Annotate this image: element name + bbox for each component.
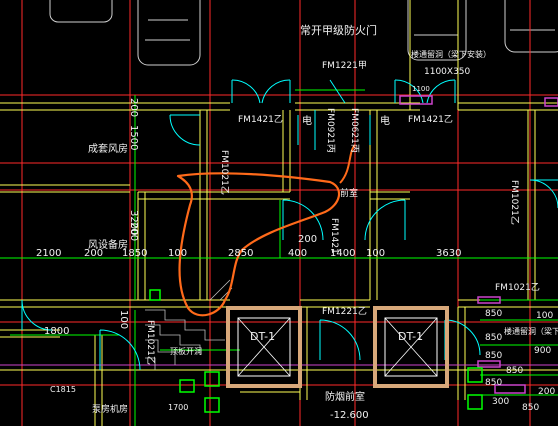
label-fm1021-left: FM1021乙 [219,150,230,195]
dim-v-100: 100 [118,310,129,329]
label-dt1-b: DT-1 [398,330,423,343]
label-dt1-a: DT-1 [250,330,275,343]
label-fm1421-a: FM1421乙 [238,114,283,125]
dim-850c: 850 [485,351,502,361]
label-fm1421-b: FM1421乙 [408,114,453,125]
dim-v-1500: 1500 [128,125,139,150]
cad-floor-plan: FM1021乙 FM0921丙 FM0621丙 FM1421 FM1021乙 F… [0,0,558,426]
dim-1400: 1400 [330,248,355,259]
label-fm0621: FM0621丙 [349,108,360,153]
label-vent-small: 1100 [412,85,430,93]
dim-200c: 200 [538,387,555,397]
label-top-note: 常开甲级防火门 [300,23,377,37]
label-fire-room: 防烟前室 [325,390,365,403]
label-vent-size: 1100X350 [424,67,471,77]
dim-900: 900 [534,346,551,356]
label-c1815: C1815 [50,385,76,394]
dim-1850: 1850 [122,248,147,259]
dim-200-mid: 200 [298,234,317,245]
label-elec: 电 [302,114,312,127]
dim-v-3200: 3200 [128,210,139,235]
label-elec-2: 电 [380,114,390,127]
dim-850b: 850 [485,333,502,343]
room-left: 成套风房 [88,142,128,155]
dim-1800: 1800 [44,326,69,337]
label-fm1021-bl: FM1021乙 [145,320,156,365]
label-floor-opening: 顶板开洞 [170,346,202,356]
dim-2850: 2850 [228,248,253,259]
label-fm1221-bottom: FM1221乙 [322,306,367,317]
dim-850e: 850 [506,366,523,376]
dim-2100: 2100 [36,248,61,259]
label-fm1021-right2: FM1021乙 [495,282,540,293]
dim-100: 100 [168,248,187,259]
label-equip-room: 泵房机房 [92,403,128,415]
dim-3630: 3630 [436,248,461,259]
dim-400: 400 [288,248,307,259]
label-bottom-dim: 1700 [168,403,188,412]
dim-100c: 100 [536,311,553,321]
dim-200: 200 [84,248,103,259]
dim-850f: 850 [522,403,539,413]
dim-300: 300 [492,397,509,407]
label-vent-note-2: 楼通留洞（梁下 [504,326,558,336]
dim-850d: 850 [485,378,502,388]
dim-v-200: 200 [128,98,139,117]
label-fm1221-top: FM1221甲 [322,60,367,71]
dim-850a: 850 [485,309,502,319]
dim-100b: 100 [366,248,385,259]
label-vent-note: 楼通留洞（梁下安装） [411,49,491,59]
room-mid: 前室 [340,187,358,199]
label-fm0921: FM0921丙 [325,108,336,153]
canvas-background [0,0,558,426]
label-elevation: -12.600 [330,410,369,421]
label-fm1021-right: FM1021乙 [509,180,520,225]
